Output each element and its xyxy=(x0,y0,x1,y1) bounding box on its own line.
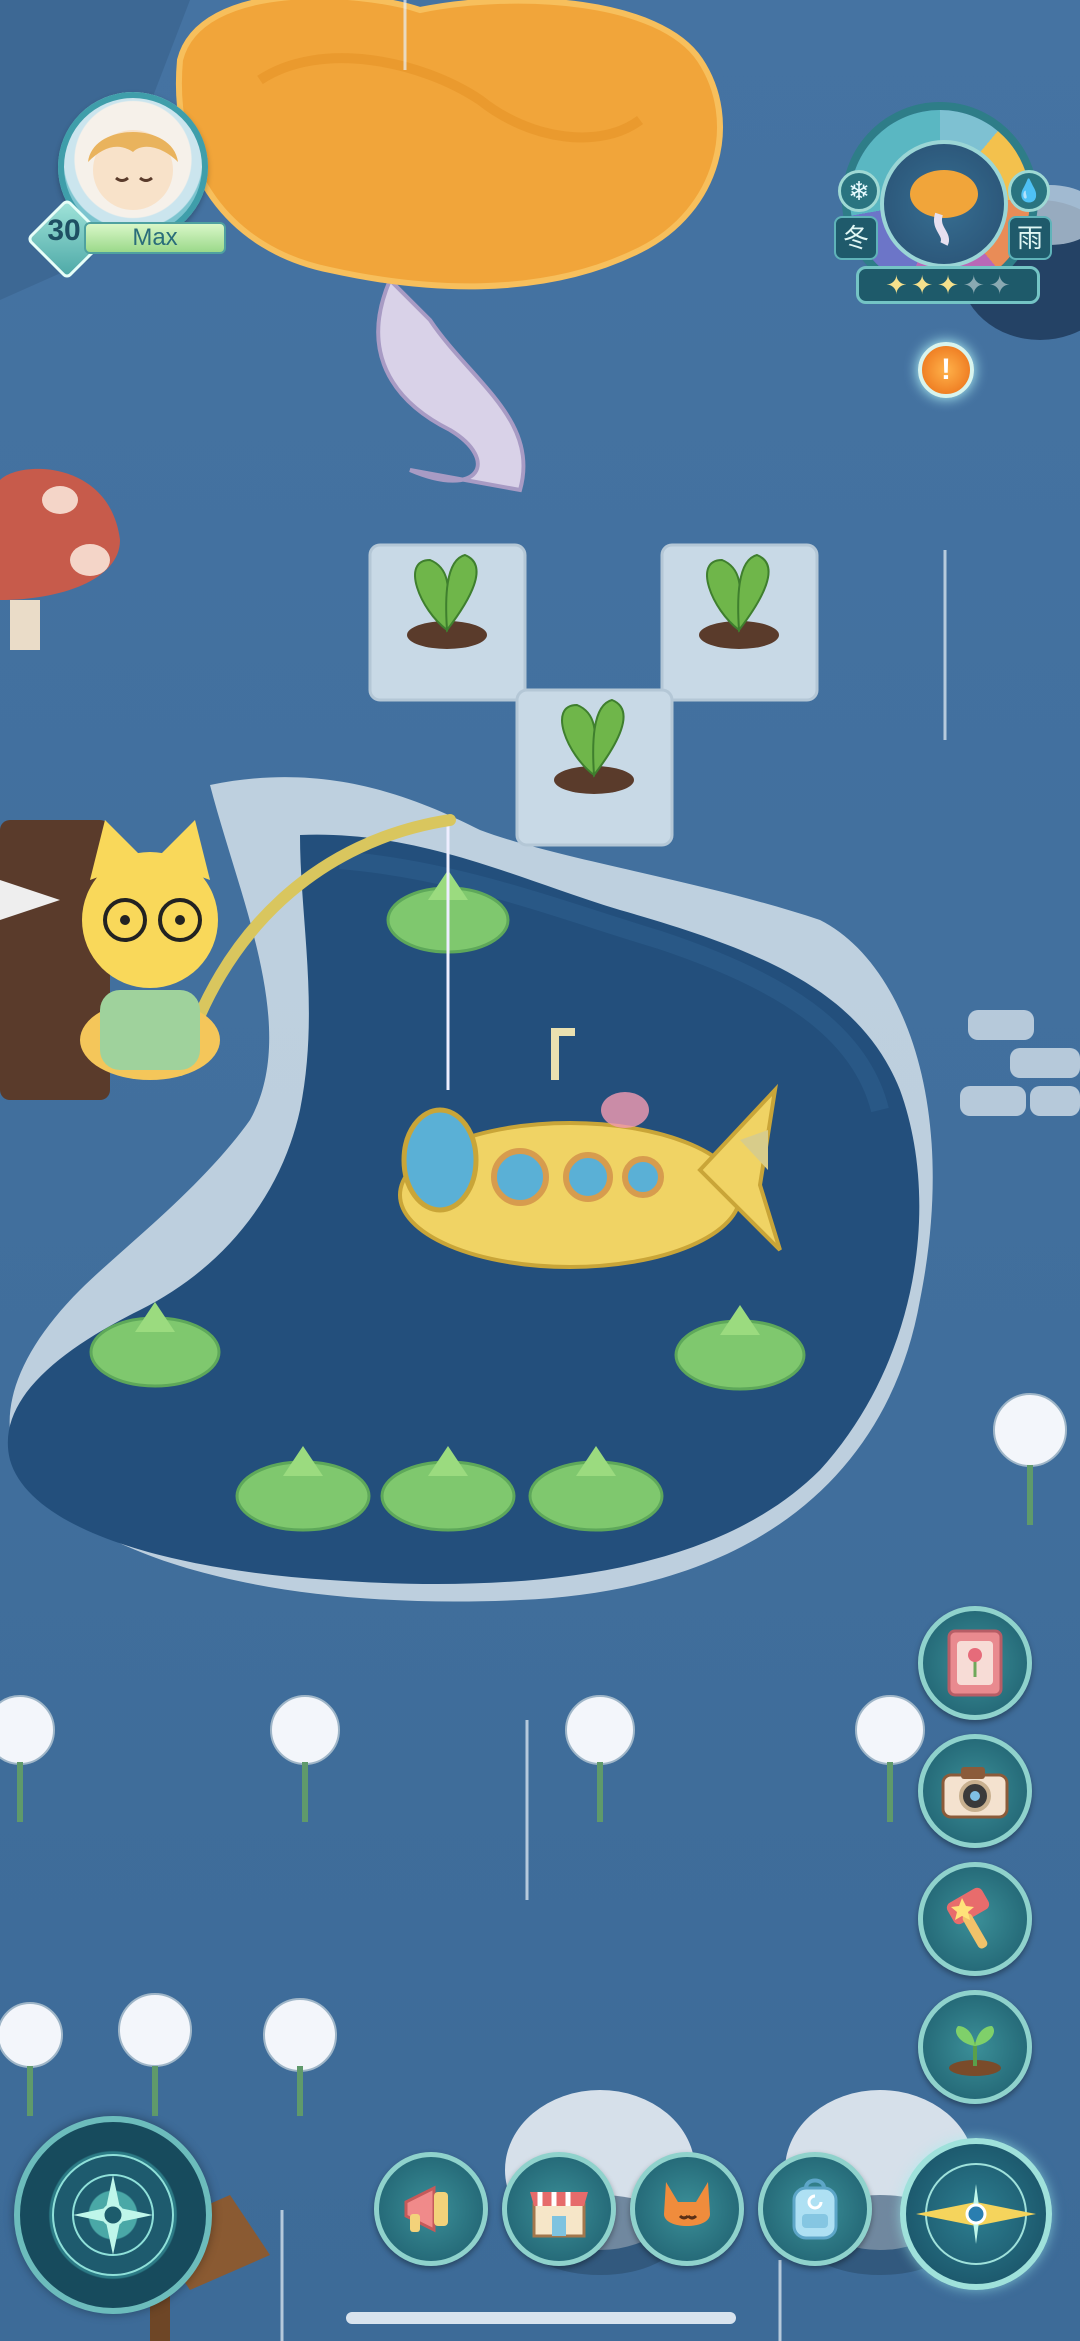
camera-button[interactable] xyxy=(918,1734,1032,1848)
tree-icon xyxy=(880,140,1008,268)
pet-button[interactable] xyxy=(630,2152,744,2266)
star-empty-icon: ✦ xyxy=(962,270,985,300)
announcement-button[interactable] xyxy=(374,2152,488,2266)
book-icon xyxy=(947,1629,1003,1697)
fox-icon xyxy=(664,2182,710,2226)
star-empty-icon: ✦ xyxy=(988,270,1011,300)
player-level: 30 xyxy=(47,214,81,247)
season-rating: ✦ ✦ ✦ ✦ ✦ xyxy=(856,266,1040,304)
cat-character[interactable] xyxy=(0,820,220,1100)
alert-button[interactable]: ! xyxy=(918,342,974,398)
star-icon: ✦ xyxy=(885,270,908,300)
home-indicator[interactable] xyxy=(346,2312,736,2324)
shop-icon xyxy=(530,2192,588,2238)
magic-circle-button[interactable] xyxy=(14,2116,212,2314)
player-name: Max xyxy=(84,222,226,254)
megaphone-icon xyxy=(404,2185,448,2233)
backpack-button[interactable] xyxy=(758,2152,872,2266)
compass-icon xyxy=(916,2163,1036,2265)
sprout-button[interactable] xyxy=(918,1990,1032,2104)
season-label: 冬 xyxy=(834,216,878,260)
game-scene: 30 Max 冬 雨 ❄ 💧 ✦ ✦ ✦ ✦ ✦ ! xyxy=(0,0,1080,2341)
hammer-button[interactable] xyxy=(918,1862,1032,1976)
raindrop-icon: 💧 xyxy=(1008,170,1050,212)
star-icon: ✦ xyxy=(911,270,934,300)
compass-button[interactable] xyxy=(900,2138,1052,2290)
snowflake-icon: ❄ xyxy=(838,170,880,212)
sprout-icon xyxy=(949,2026,1001,2076)
weather-label: 雨 xyxy=(1008,216,1052,260)
shop-button[interactable] xyxy=(502,2152,616,2266)
backpack-icon xyxy=(792,2178,838,2240)
flower-book-button[interactable] xyxy=(918,1606,1032,1720)
map-background xyxy=(0,0,1080,2341)
sun-rune-icon xyxy=(52,2154,174,2276)
star-icon: ✦ xyxy=(937,270,959,300)
camera-icon xyxy=(941,1767,1009,1819)
hammer-icon xyxy=(946,1887,990,1949)
